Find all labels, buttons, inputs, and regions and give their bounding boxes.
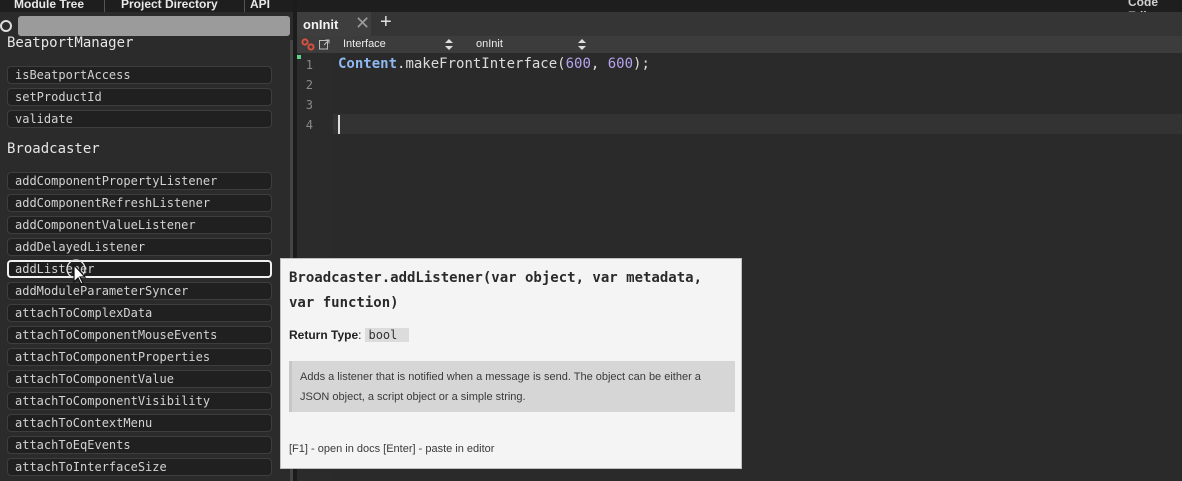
tab-module-tree[interactable]: Module Tree	[14, 0, 84, 12]
tooltip-help: [F1] - open in docs [Enter] - paste in e…	[289, 443, 495, 455]
api-item-attach-to-component-mouse-events[interactable]: attachToComponentMouseEvents	[7, 326, 272, 344]
interface-select[interactable]: Interface	[343, 36, 453, 53]
panel-tab-bar: Module Tree Project Directory API	[0, 0, 293, 12]
tab-divider	[104, 0, 105, 12]
tab-label: onInit	[303, 17, 339, 32]
dropdown-arrow-icon	[578, 39, 586, 50]
code-line: Content.makeFrontInterface(600, 600);	[338, 56, 650, 72]
interface-select-value: Interface	[343, 38, 386, 50]
api-item-add-component-property-listener[interactable]: addComponentPropertyListener	[7, 172, 272, 190]
api-item-attach-to-context-menu[interactable]: attachToContextMenu	[7, 414, 272, 432]
current-line-highlight	[333, 114, 1182, 134]
callback-select[interactable]: onInit	[476, 36, 586, 53]
tooltip-return: Return Type: bool	[289, 328, 410, 342]
popout-icon[interactable]	[319, 39, 330, 50]
tab-oninit[interactable]: onInit ✕	[297, 12, 371, 36]
line-number: 4	[305, 118, 313, 132]
api-item-add-listener[interactable]: addListener	[7, 260, 272, 278]
code-token-object: Content	[338, 56, 398, 72]
editor-tab-bar: onInit ✕ +	[297, 11, 1182, 36]
search-input[interactable]	[18, 16, 290, 36]
code-token-tail: );	[633, 56, 650, 72]
code-token-sep: ,	[590, 56, 608, 72]
api-item-attach-to-complex-data[interactable]: attachToComplexData	[7, 304, 272, 322]
close-icon[interactable]: ✕	[355, 12, 370, 34]
api-item-attach-to-component-visibility[interactable]: attachToComponentVisibility	[7, 392, 272, 410]
tab-api[interactable]: API	[250, 0, 270, 12]
api-item-set-product-id[interactable]: setProductId	[7, 88, 272, 106]
api-item-add-component-refresh-listener[interactable]: addComponentRefreshListener	[7, 194, 272, 212]
api-item-attach-to-component-properties[interactable]: attachToComponentProperties	[7, 348, 272, 366]
code-token-number: 600	[565, 56, 591, 72]
api-browser-panel: Module Tree Project Directory API Beatpo…	[0, 0, 293, 481]
api-item-add-module-parameter-syncer[interactable]: addModuleParameterSyncer	[7, 282, 272, 300]
tab-project-directory[interactable]: Project Directory	[121, 0, 218, 12]
line-number: 2	[305, 78, 313, 92]
code-token-number: 600	[607, 56, 634, 72]
section-title: Broadcaster	[7, 141, 100, 157]
editor-title: Code Editor	[1128, 0, 1163, 12]
api-item-attach-to-interface-size[interactable]: attachToInterfaceSize	[7, 458, 272, 476]
return-type: bool	[365, 328, 410, 342]
api-item-attach-to-component-value[interactable]: attachToComponentValue	[7, 370, 272, 388]
api-item-is-beatport-access[interactable]: isBeatportAccess	[7, 66, 272, 84]
section-title: BeatportManager	[7, 35, 134, 51]
api-item-add-delayed-listener[interactable]: addDelayedListener	[7, 238, 272, 256]
dropdown-arrow-icon	[445, 39, 453, 50]
api-item-validate[interactable]: validate	[7, 110, 272, 128]
callback-select-value: onInit	[476, 38, 503, 50]
editor-title-bar: Code Editor	[297, 0, 1182, 12]
api-item-add-component-value-listener[interactable]: addComponentValueListener	[7, 216, 272, 234]
text-caret	[338, 115, 340, 134]
line-number: 3	[305, 98, 313, 112]
return-sep: :	[358, 328, 362, 342]
api-tooltip: Broadcaster.addListener(var object, var …	[280, 258, 742, 469]
return-label: Return Type	[289, 328, 359, 342]
tab-divider	[244, 0, 245, 12]
link-icon[interactable]	[301, 38, 315, 51]
tooltip-signature: Broadcaster.addListener(var object, var …	[289, 270, 703, 311]
plus-icon[interactable]: +	[380, 11, 392, 33]
tooltip-description: Adds a listener that is notified when a …	[289, 361, 735, 412]
mouse-cursor-icon	[66, 259, 87, 285]
editor-toolbar: Interface onInit	[297, 36, 1182, 53]
line-number: 1	[305, 58, 313, 72]
code-token-method: .makeFrontInterface(	[397, 56, 566, 72]
api-item-attach-to-eq-events[interactable]: attachToEqEvents	[7, 436, 272, 454]
search-icon	[0, 20, 12, 32]
